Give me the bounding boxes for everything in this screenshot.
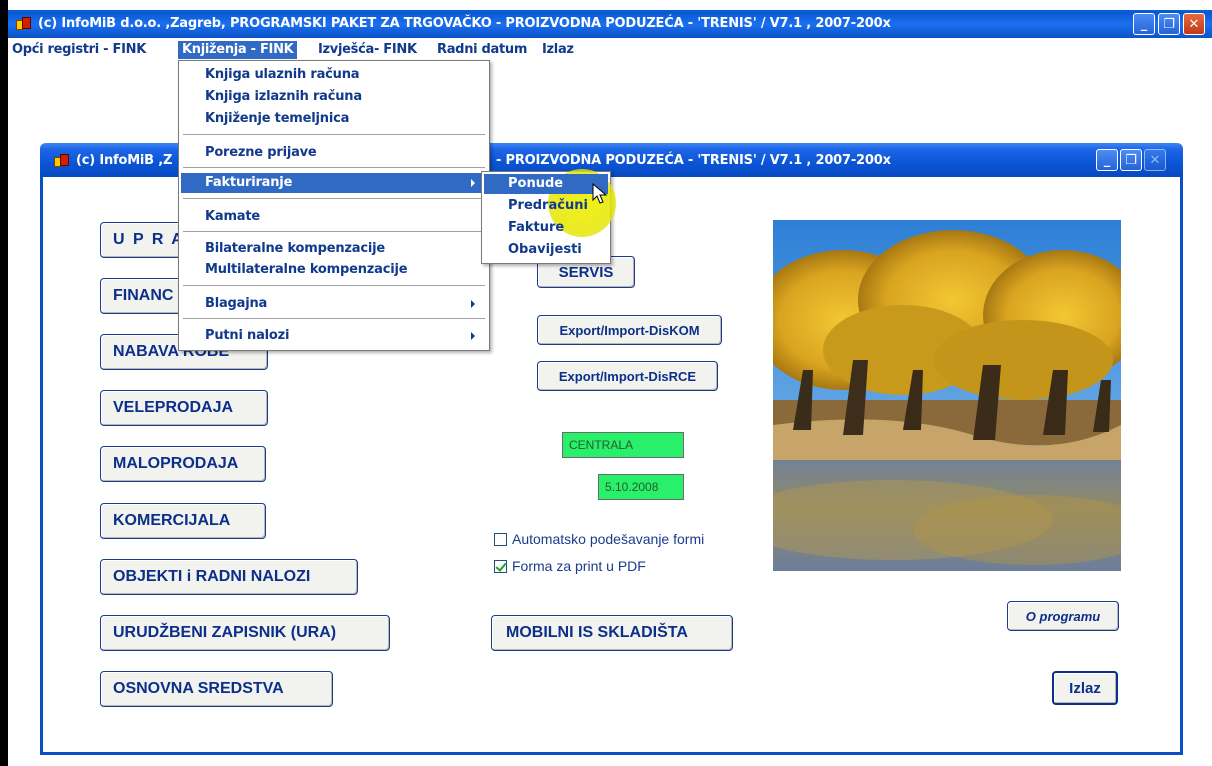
menu-item-fakturiranje[interactable]: Fakturiranje [181, 173, 487, 193]
menu-bar: Opći registri - FINK Knjiženja - FINK Iz… [8, 38, 1212, 60]
submenu-arrow-icon [471, 300, 475, 308]
menu-item-label: Ponude [508, 176, 564, 191]
menu-izvjesca[interactable]: Izvješća- FINK [314, 41, 421, 59]
menu-item-kamate[interactable]: Kamate [181, 207, 487, 227]
menu-separator [183, 198, 485, 200]
app-title-bar[interactable]: (c) InfoMiB d.o.o. ,Zagreb, PROGRAMSKI P… [8, 10, 1212, 38]
minimize-icon: _ [1103, 152, 1111, 168]
form-minimize-button[interactable]: _ [1096, 149, 1118, 171]
menu-separator [183, 134, 485, 136]
fakturiranje-submenu: Ponude Predračuni Fakture Obavijesti [481, 169, 616, 264]
mobilni-is-skladista-button[interactable]: MOBILNI IS SKLADIŠTA [491, 615, 733, 651]
maximize-icon: ❐ [1125, 152, 1137, 168]
landscape-photo [773, 220, 1121, 571]
menu-knjizenja[interactable]: Knjiženja - FINK [178, 41, 298, 59]
form-maximize-button[interactable]: ❐ [1120, 149, 1142, 171]
export-disrce-button[interactable]: Export/Import-DisRCE [537, 361, 718, 391]
maloprodaja-button[interactable]: MALOPRODAJA [100, 446, 266, 482]
date-field: 5.10.2008 [598, 474, 684, 500]
menu-separator [183, 285, 485, 287]
restore-button[interactable]: ❐ [1158, 13, 1180, 35]
submenu-item-ponude[interactable]: Ponude [484, 174, 608, 194]
export-diskom-button[interactable]: Export/Import-DisKOM [537, 315, 722, 345]
menu-item-label: Fakture [508, 220, 565, 235]
auto-forms-checkbox[interactable] [494, 532, 507, 546]
submenu-arrow-icon [471, 179, 475, 187]
menu-item-label: Blagajna [205, 296, 268, 311]
menu-item-label: Knjiga ulaznih računa [205, 67, 360, 82]
main-form-title-right: - PROIZVODNA PODUZEĆA - 'TRENIS' / V7.1 … [496, 153, 891, 168]
mouse-pointer-icon [592, 183, 608, 204]
menu-item-label: Multilateralne kompenzacije [205, 262, 408, 277]
menu-opci-registri[interactable]: Opći registri - FINK [8, 41, 150, 59]
window-left-border [0, 0, 8, 766]
izlaz-button[interactable]: Izlaz [1052, 671, 1118, 705]
menu-item-knjiga-ulaznih[interactable]: Knjiga ulaznih računa [181, 65, 487, 85]
auto-forms-option[interactable]: Automatsko podešavanje formi [494, 531, 704, 547]
minimize-button[interactable]: _ [1133, 13, 1155, 35]
menu-item-knjiga-izlaznih[interactable]: Knjiga izlaznih računa [181, 87, 487, 107]
auto-forms-label: Automatsko podešavanje formi [512, 531, 705, 547]
form-logo-icon [54, 153, 70, 169]
menu-radni-datum[interactable]: Radni datum [433, 41, 531, 59]
menu-item-multilateralne[interactable]: Multilateralne kompenzacije [181, 260, 487, 280]
app-logo-icon [16, 16, 32, 32]
menu-separator [183, 167, 485, 169]
menu-item-label: Knjiga izlaznih računa [205, 89, 362, 104]
submenu-item-fakture[interactable]: Fakture [484, 218, 608, 238]
submenu-item-predracuni[interactable]: Predračuni [484, 196, 608, 216]
menu-item-label: Bilateralne kompenzacije [205, 241, 385, 256]
pdf-print-option[interactable]: Forma za print u PDF [494, 558, 646, 574]
menu-separator [183, 318, 485, 320]
menu-item-porezne-prijave[interactable]: Porezne prijave [181, 143, 487, 163]
menu-item-blagajna[interactable]: Blagajna [181, 294, 487, 314]
menu-item-label: Putni nalozi [205, 328, 290, 343]
close-icon: ✕ [1149, 152, 1161, 168]
main-form-title-left: (c) InfoMiB ,Z [76, 153, 173, 168]
knjizenja-dropdown-menu: Knjiga ulaznih računa Knjiga izlaznih ra… [178, 60, 490, 351]
menu-item-label: Kamate [205, 209, 260, 224]
menu-item-bilateralne[interactable]: Bilateralne kompenzacije [181, 239, 487, 259]
komercijala-button[interactable]: KOMERCIJALA [100, 503, 266, 539]
app-title: (c) InfoMiB d.o.o. ,Zagreb, PROGRAMSKI P… [38, 16, 891, 31]
objekti-radni-nalozi-button[interactable]: OBJEKTI i RADNI NALOZI [100, 559, 358, 595]
menu-izlaz[interactable]: Izlaz [538, 41, 578, 59]
form-close-button[interactable]: ✕ [1144, 149, 1166, 171]
menu-item-putni-nalozi[interactable]: Putni nalozi [181, 326, 487, 346]
veleprodaja-button[interactable]: VELEPRODAJA [100, 390, 268, 426]
menu-item-label: Predračuni [508, 198, 588, 213]
minimize-icon: _ [1140, 16, 1148, 32]
location-field: CENTRALA [562, 432, 684, 458]
menu-item-label: Fakturiranje [205, 175, 293, 190]
pdf-print-checkbox[interactable] [494, 559, 507, 573]
submenu-item-obavijesti[interactable]: Obavijesti [484, 240, 608, 260]
pdf-print-label: Forma za print u PDF [512, 558, 646, 574]
close-icon: ✕ [1188, 16, 1200, 32]
o-programu-button[interactable]: O programu [1007, 601, 1119, 631]
urudzbeni-zapisnik-button[interactable]: URUDŽBENI ZAPISNIK (URA) [100, 615, 390, 651]
menu-item-label: Knjiženje temeljnica [205, 111, 350, 126]
menu-item-knjizenje-temeljnica[interactable]: Knjiženje temeljnica [181, 109, 487, 129]
osnovna-sredstva-button[interactable]: OSNOVNA SREDSTVA [100, 671, 333, 707]
restore-icon: ❐ [1163, 16, 1175, 32]
menu-item-label: Porezne prijave [205, 145, 317, 160]
close-button[interactable]: ✕ [1183, 13, 1205, 35]
menu-item-label: Obavijesti [508, 242, 582, 257]
submenu-arrow-icon [471, 332, 475, 340]
menu-separator [183, 231, 485, 233]
